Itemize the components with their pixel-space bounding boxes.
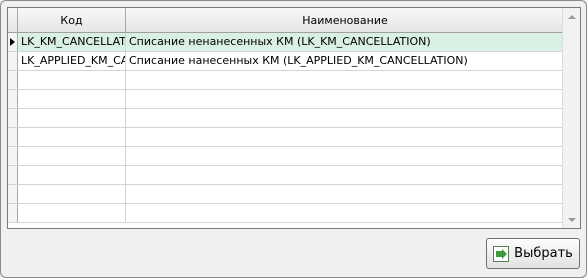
cell-name[interactable] [126,147,564,165]
cell-code[interactable]: LK_APPLIED_KM_CANCELLATION [18,52,126,70]
cell-name[interactable] [126,128,564,146]
cell-name[interactable] [126,109,564,127]
row-header[interactable] [8,147,18,165]
cell-code[interactable] [18,185,126,203]
cell-code[interactable]: LK_KM_CANCELLATION [18,33,126,51]
select-icon [493,245,510,262]
row-header[interactable] [8,128,18,146]
cell-name[interactable] [126,166,564,184]
cell-code[interactable] [18,204,126,222]
table-row[interactable] [8,204,564,223]
column-header-name[interactable]: Наименование [126,8,564,32]
row-header[interactable] [8,90,18,108]
table-row[interactable] [8,185,564,204]
vertical-scrollbar[interactable] [562,8,580,228]
cell-code[interactable] [18,147,126,165]
table-row[interactable] [8,90,564,109]
selection-dialog: Код Наименование LK_KM_CANCELLATIONСписа… [0,0,587,278]
cell-name[interactable]: Списание нанесенных КМ (LK_APPLIED_KM_CA… [126,52,564,70]
scroll-down-icon[interactable] [563,211,580,228]
row-header[interactable] [8,185,18,203]
cell-code[interactable] [18,166,126,184]
row-header[interactable] [8,52,18,70]
select-button[interactable]: Выбрать [486,238,580,269]
cell-name[interactable] [126,185,564,203]
row-indicator-header [8,8,18,32]
row-header[interactable] [8,33,18,51]
cell-code[interactable] [18,109,126,127]
cell-code[interactable] [18,71,126,89]
row-pointer-icon [10,38,15,46]
row-header[interactable] [8,166,18,184]
row-header[interactable] [8,71,18,89]
table-row[interactable] [8,128,564,147]
grid-header: Код Наименование [8,8,564,33]
table-row[interactable] [8,71,564,90]
select-button-label: Выбрать [514,246,573,261]
cell-name[interactable]: Списание ненанесенных КМ (LK_KM_CANCELLA… [126,33,564,51]
cell-name[interactable] [126,90,564,108]
table-row[interactable]: LK_APPLIED_KM_CANCELLATIONСписание нанес… [8,52,564,71]
table-row[interactable]: LK_KM_CANCELLATIONСписание ненанесенных … [8,33,564,52]
table-row[interactable] [8,109,564,128]
cell-name[interactable] [126,71,564,89]
cell-code[interactable] [18,128,126,146]
table-row[interactable] [8,147,564,166]
scroll-up-icon[interactable] [563,8,580,25]
row-header[interactable] [8,109,18,127]
cell-name[interactable] [126,204,564,222]
cell-code[interactable] [18,90,126,108]
column-header-code[interactable]: Код [18,8,126,32]
table-row[interactable] [8,166,564,185]
row-header[interactable] [8,204,18,222]
data-grid[interactable]: Код Наименование LK_KM_CANCELLATIONСписа… [7,7,581,229]
grid-rows: LK_KM_CANCELLATIONСписание ненанесенных … [8,33,564,223]
